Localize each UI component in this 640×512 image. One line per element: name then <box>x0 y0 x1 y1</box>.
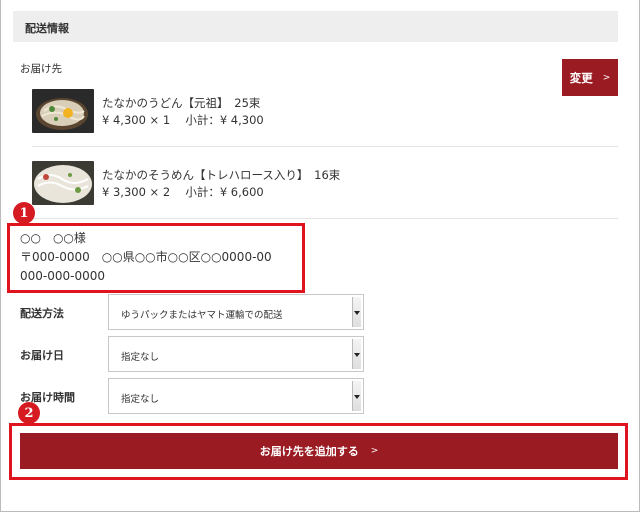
delivery-date-label: お届け日 <box>20 349 64 362</box>
divider <box>32 146 618 147</box>
chevron-right-icon: > <box>602 72 611 83</box>
udon-thumbnail <box>32 89 94 133</box>
section-title: 配送情報 <box>13 11 618 42</box>
delivery-date-select[interactable]: 指定なし <box>108 336 364 372</box>
phone-number: 000-000-0000 <box>20 269 106 283</box>
delivery-time-select[interactable]: 指定なし <box>108 378 364 414</box>
shipping-method-label: 配送方法 <box>20 307 64 320</box>
add-delivery-address-button[interactable]: お届け先を追加する > <box>20 433 618 469</box>
divider <box>32 218 618 219</box>
shipping-method-select[interactable]: ゆうパックまたはヤマト運輸での配送 <box>108 294 364 330</box>
change-button[interactable]: 変更 > <box>562 59 618 96</box>
dropdown-arrow-icon <box>352 339 361 369</box>
somen-thumbnail <box>32 161 94 205</box>
delivery-label: お届け先 <box>20 63 62 75</box>
add-button-label: お届け先を追加する <box>259 445 359 458</box>
product-name: たなかのそうめん【トレハロース入り】 16束 <box>102 168 341 182</box>
product-price: ¥ 4,300 × 1 小計：¥ 4,300 <box>102 113 264 127</box>
chevron-right-icon: > <box>370 446 379 456</box>
annotation-badge-2: 2 <box>18 402 40 424</box>
product-price: ¥ 3,300 × 2 小計：¥ 6,600 <box>102 185 264 199</box>
change-button-label: 変更 <box>569 70 593 85</box>
delivery-date-value: 指定なし <box>121 352 160 363</box>
dropdown-arrow-icon <box>352 297 361 327</box>
delivery-address: ○○ ○○様 〒000-0000 ○○県○○市○○区○○0000-00 000-… <box>20 229 272 286</box>
postal-address: 〒000-0000 ○○県○○市○○区○○0000-00 <box>20 250 272 264</box>
shipping-method-value: ゆうパックまたはヤマト運輸での配送 <box>121 310 283 321</box>
recipient-name: ○○ ○○様 <box>20 231 86 245</box>
delivery-time-value: 指定なし <box>121 394 160 405</box>
dropdown-arrow-icon <box>352 381 361 411</box>
annotation-badge-1: 1 <box>13 202 35 224</box>
product-name: たなかのうどん【元祖】 25束 <box>102 96 261 110</box>
